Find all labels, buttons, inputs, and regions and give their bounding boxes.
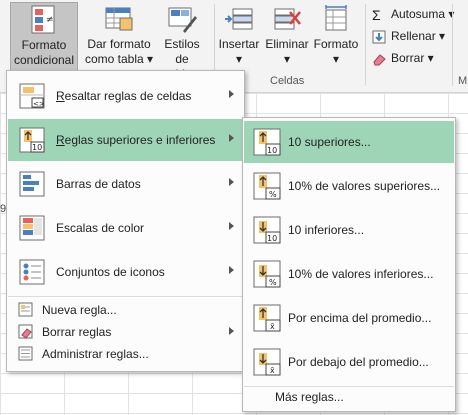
- menu-item-label: Reglas superiores e inferiores: [56, 133, 216, 147]
- eraser-icon: [372, 52, 386, 66]
- conditional-formatting-button[interactable]: ≠ Formato condicional ▾: [10, 2, 78, 82]
- top-10-icon: 10: [252, 127, 282, 157]
- new-rule-icon: [18, 302, 33, 317]
- format-as-table-line1: Dar formato: [87, 37, 151, 51]
- menu-item-icon-sets[interactable]: Conjuntos de iconos: [8, 251, 243, 293]
- submenu-item-above-average[interactable]: x̄ Por encima del promedio...: [244, 297, 454, 339]
- below-average-icon: x̄: [252, 347, 282, 377]
- submenu-item-top-10-percent[interactable]: % 10% de valores superiores...: [244, 165, 454, 207]
- menu-item-new-rule[interactable]: Nueva regla...: [8, 299, 243, 321]
- insert-caret: ▾: [235, 52, 243, 66]
- icon-sets-icon: [18, 258, 46, 286]
- submenu-arrow-icon: [229, 327, 234, 335]
- conditional-formatting-menu: <> Resaltar reglas de celdas 10 Reglas s…: [6, 70, 245, 372]
- clear-rules-icon: [18, 324, 33, 339]
- cells-group-label: Celdas: [270, 75, 305, 87]
- highlight-cells-icon: <>: [18, 82, 46, 110]
- svg-text:10: 10: [267, 234, 277, 243]
- top-bottom-rules-icon: 10: [18, 126, 46, 154]
- submenu-item-label: Por debajo del promedio...: [288, 355, 429, 369]
- format-as-table-icon: [104, 4, 134, 34]
- fill-button[interactable]: Rellenar ▾: [372, 26, 445, 46]
- bottom-10-percent-icon: %: [252, 259, 282, 289]
- submenu-item-label: Por encima del promedio...: [288, 311, 432, 325]
- menu-item-label: Resaltar reglas de celdas: [56, 89, 192, 103]
- menu-item-highlight-cells-rules[interactable]: <> Resaltar reglas de celdas: [8, 75, 243, 117]
- delete-caret: ▾: [283, 52, 291, 66]
- svg-text:%: %: [269, 278, 277, 287]
- top-bottom-rules-submenu: 10 10 superiores... % 10% de valores sup…: [242, 117, 456, 412]
- format-label: Formato: [313, 37, 359, 51]
- menu-item-label: Nueva regla...: [42, 303, 117, 317]
- delete-icon: [272, 4, 302, 34]
- menu-separator: [8, 296, 243, 297]
- svg-text:x̄: x̄: [270, 366, 275, 375]
- above-average-icon: x̄: [252, 303, 282, 333]
- ribbon-separator: [365, 4, 366, 86]
- insert-button[interactable]: Insertar ▾: [217, 2, 261, 72]
- menu-item-top-bottom-rules[interactable]: 10 Reglas superiores e inferiores: [8, 119, 243, 161]
- manage-rules-icon: [18, 346, 33, 361]
- svg-text:<>: <>: [33, 100, 45, 108]
- submenu-item-bottom-10-percent[interactable]: % 10% de valores inferiores...: [244, 253, 454, 295]
- data-bars-icon: [18, 170, 46, 198]
- submenu-arrow-icon: [229, 266, 234, 274]
- clear-button[interactable]: Borrar ▾: [372, 48, 434, 68]
- insert-label: Insertar: [218, 37, 260, 51]
- menu-item-label: Barras de datos: [56, 177, 141, 191]
- fill-down-icon: [372, 30, 386, 44]
- menu-item-label: Administrar reglas...: [42, 347, 149, 361]
- menu-item-color-scales[interactable]: Escalas de color: [8, 207, 243, 249]
- svg-text:≠: ≠: [46, 15, 54, 25]
- top-10-percent-icon: %: [252, 171, 282, 201]
- submenu-arrow-icon: [229, 222, 234, 230]
- autosum-button[interactable]: Σ Autosuma ▾: [372, 4, 454, 24]
- format-cells-icon: [321, 4, 351, 34]
- menu-item-label: Escalas de color: [56, 221, 145, 235]
- submenu-item-below-average[interactable]: x̄ Por debajo del promedio...: [244, 341, 454, 383]
- submenu-arrow-icon: [229, 178, 234, 186]
- delete-label: Eliminar: [265, 37, 309, 51]
- format-caret: ▾: [332, 52, 340, 66]
- ribbon-separator: [452, 4, 453, 86]
- color-scales-icon: [18, 214, 46, 242]
- svg-text:x̄: x̄: [270, 322, 275, 331]
- cell-styles-icon: [167, 4, 197, 34]
- conditional-formatting-icon: ≠: [29, 5, 59, 35]
- submenu-item-label: 10 inferiores...: [288, 223, 365, 237]
- submenu-arrow-icon: [229, 134, 234, 142]
- menu-item-clear-rules[interactable]: Borrar reglas: [8, 321, 243, 343]
- cell-styles-button[interactable]: Estilos de celda ▾: [156, 2, 208, 81]
- insert-icon: [224, 4, 254, 34]
- submenu-arrow-icon: [229, 90, 234, 98]
- submenu-item-label: 10% de valores superiores...: [288, 179, 441, 193]
- svg-text:%: %: [269, 190, 277, 199]
- submenu-item-top-10[interactable]: 10 10 superiores...: [244, 121, 454, 163]
- menu-separator: [244, 386, 454, 387]
- format-button[interactable]: Formato ▾: [312, 2, 360, 72]
- format-as-table-button[interactable]: Dar formato como tabla ▾: [83, 2, 155, 72]
- submenu-item-label: 10 superiores...: [288, 135, 371, 149]
- conditional-formatting-line1: Formato: [21, 38, 67, 52]
- delete-button[interactable]: Eliminar ▾: [264, 2, 310, 72]
- submenu-item-bottom-10[interactable]: 10 10 inferiores...: [244, 209, 454, 251]
- svg-text:10: 10: [267, 146, 277, 155]
- menu-item-label: Borrar reglas: [42, 325, 112, 339]
- cell-styles-line1: Estilos de: [164, 37, 200, 66]
- submenu-item-label: 10% de valores inferiores...: [288, 267, 434, 281]
- menu-item-label: Conjuntos de iconos: [56, 265, 165, 279]
- menu-item-manage-rules[interactable]: Administrar reglas...: [8, 343, 243, 365]
- sigma-icon: Σ: [372, 6, 381, 23]
- clipped-group-label: M: [458, 75, 468, 87]
- bottom-10-icon: 10: [252, 215, 282, 245]
- menu-item-data-bars[interactable]: Barras de datos: [8, 163, 243, 205]
- svg-text:10: 10: [32, 143, 42, 152]
- more-rules-item[interactable]: Más reglas...: [275, 390, 344, 404]
- format-as-table-line2: como tabla ▾: [84, 52, 154, 66]
